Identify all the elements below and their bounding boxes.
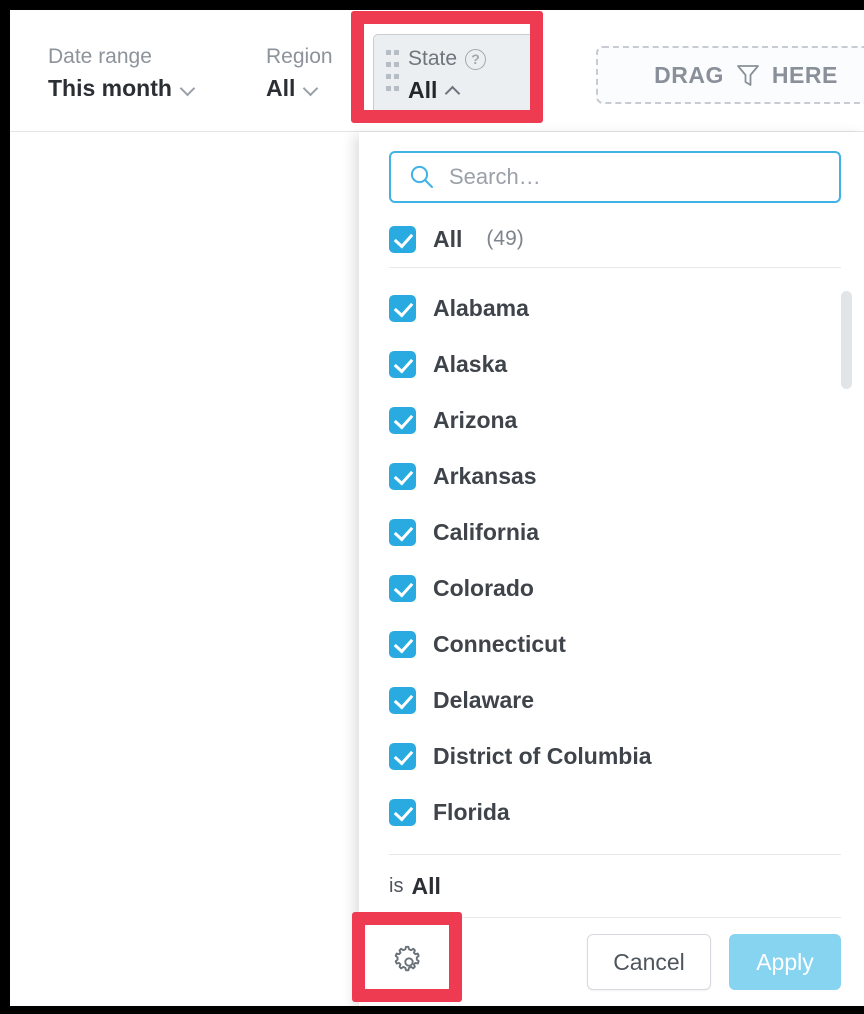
list-item-label: Colorado: [433, 574, 534, 601]
help-icon[interactable]: ?: [465, 48, 487, 70]
funnel-icon: [737, 65, 759, 86]
chevron-down-icon[interactable]: [304, 81, 318, 95]
filter-date-range-label: Date range: [48, 45, 152, 68]
checkbox-checked-icon[interactable]: [389, 350, 416, 378]
filter-region-label: Region: [266, 45, 333, 68]
list-item-label: California: [433, 518, 540, 545]
dropzone-label-left: DRAG: [654, 61, 724, 88]
list-item[interactable]: Alaska: [389, 336, 841, 392]
list-item-label: Connecticut: [433, 630, 566, 657]
list-item[interactable]: Alabama: [389, 280, 841, 336]
checkbox-checked-icon[interactable]: [389, 798, 416, 826]
state-filter-dropdown: All (49) Alabama Alaska Arizona: [359, 132, 864, 1006]
state-option-list[interactable]: Alabama Alaska Arizona Arkansas Californ…: [389, 268, 841, 854]
list-item-label: District of Columbia: [433, 742, 652, 769]
chevron-down-icon[interactable]: [181, 81, 195, 95]
cancel-button[interactable]: Cancel: [587, 934, 711, 990]
filter-date-range[interactable]: Date range This month: [48, 44, 195, 102]
app-canvas: Date range This month Region All State ?…: [10, 10, 864, 1006]
select-all-label: All: [433, 225, 463, 252]
filter-summary-value: All: [411, 872, 441, 899]
list-item[interactable]: California: [389, 504, 841, 560]
apply-button[interactable]: Apply: [729, 934, 841, 990]
list-item-label: Arizona: [433, 406, 518, 433]
filter-region[interactable]: Region All: [266, 44, 333, 102]
scrollbar-thumb[interactable]: [841, 291, 852, 389]
checkbox-checked-icon[interactable]: [389, 630, 416, 658]
search-field-wrapper: [389, 151, 841, 203]
footer-actions: Cancel Apply: [587, 934, 841, 990]
checkbox-checked-icon[interactable]: [389, 742, 416, 770]
search-input[interactable]: [389, 151, 841, 203]
settings-button[interactable]: [389, 942, 429, 982]
chevron-up-icon[interactable]: [446, 83, 460, 97]
list-scrollbar[interactable]: [841, 283, 852, 813]
dropzone-label-right: HERE: [771, 61, 838, 88]
checkbox-checked-icon[interactable]: [389, 225, 416, 253]
list-item-label: Florida: [433, 798, 510, 825]
list-item[interactable]: Connecticut: [389, 616, 841, 672]
list-item[interactable]: Florida: [389, 784, 841, 840]
list-item[interactable]: Colorado: [389, 560, 841, 616]
checkbox-checked-icon[interactable]: [389, 462, 416, 490]
drag-handle-icon[interactable]: [386, 50, 399, 98]
list-item-label: Delaware: [433, 686, 535, 713]
list-item-label: Alaska: [433, 350, 508, 377]
option-select-all[interactable]: All (49): [389, 211, 841, 267]
checkbox-checked-icon[interactable]: [389, 406, 416, 434]
checkbox-checked-icon[interactable]: [389, 518, 416, 546]
gear-icon: [394, 945, 420, 972]
list-item-label: Arkansas: [433, 462, 537, 489]
list-item[interactable]: Delaware: [389, 672, 841, 728]
filter-state-value: All: [408, 77, 438, 103]
filter-summary: is All: [389, 855, 841, 917]
list-item-label: Alabama: [433, 294, 529, 321]
list-item[interactable]: District of Columbia: [389, 728, 841, 784]
filter-state-label: State: [408, 47, 458, 70]
filter-state[interactable]: State ? All: [373, 34, 536, 117]
filter-summary-prefix: is: [389, 874, 404, 897]
list-item[interactable]: Arizona: [389, 392, 841, 448]
checkbox-checked-icon[interactable]: [389, 294, 416, 322]
select-all-count: (49): [486, 227, 524, 250]
dropdown-footer: Cancel Apply: [359, 918, 864, 1006]
screenshot-frame: Date range This month Region All State ?…: [0, 0, 864, 1014]
filter-bar: Date range This month Region All State ?…: [10, 10, 864, 132]
checkbox-checked-icon[interactable]: [389, 574, 416, 602]
filter-dropzone[interactable]: DRAG HERE: [596, 46, 864, 104]
list-item[interactable]: Arkansas: [389, 448, 841, 504]
filter-region-value: All: [266, 75, 296, 101]
filter-date-range-value: This month: [48, 75, 172, 101]
checkbox-checked-icon[interactable]: [389, 686, 416, 714]
